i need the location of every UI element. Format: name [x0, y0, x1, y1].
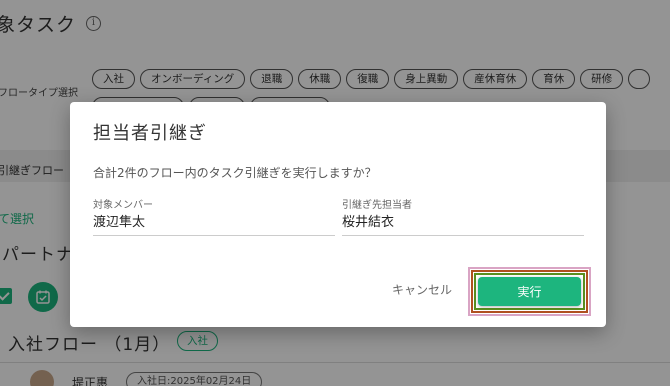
- cancel-button[interactable]: キャンセル: [392, 281, 452, 298]
- target-member-value: 渡辺隼太: [93, 215, 146, 230]
- handover-dialog: 担当者引継ぎ 合計2件のフロー内のタスク引継ぎを実行しますか？ 対象メンバー 渡…: [70, 102, 606, 327]
- dialog-message: 合計2件のフロー内のタスク引継ぎを実行しますか？: [93, 166, 377, 180]
- highlight-ring-outer: 実行: [471, 270, 588, 313]
- new-assignee-label: 引継ぎ先担当者: [342, 200, 412, 211]
- new-assignee-field: 引継ぎ先担当者 桜井結衣: [342, 196, 584, 236]
- execute-button[interactable]: 実行: [478, 277, 581, 306]
- dialog-title: 担当者引継ぎ: [93, 123, 207, 144]
- new-assignee-value: 桜井結衣: [342, 215, 395, 230]
- execute-button-highlight: 実行: [468, 267, 591, 316]
- target-member-field: 対象メンバー 渡辺隼太: [93, 196, 335, 236]
- target-member-label: 対象メンバー: [93, 200, 153, 211]
- highlight-ring-inner: 実行: [474, 273, 585, 310]
